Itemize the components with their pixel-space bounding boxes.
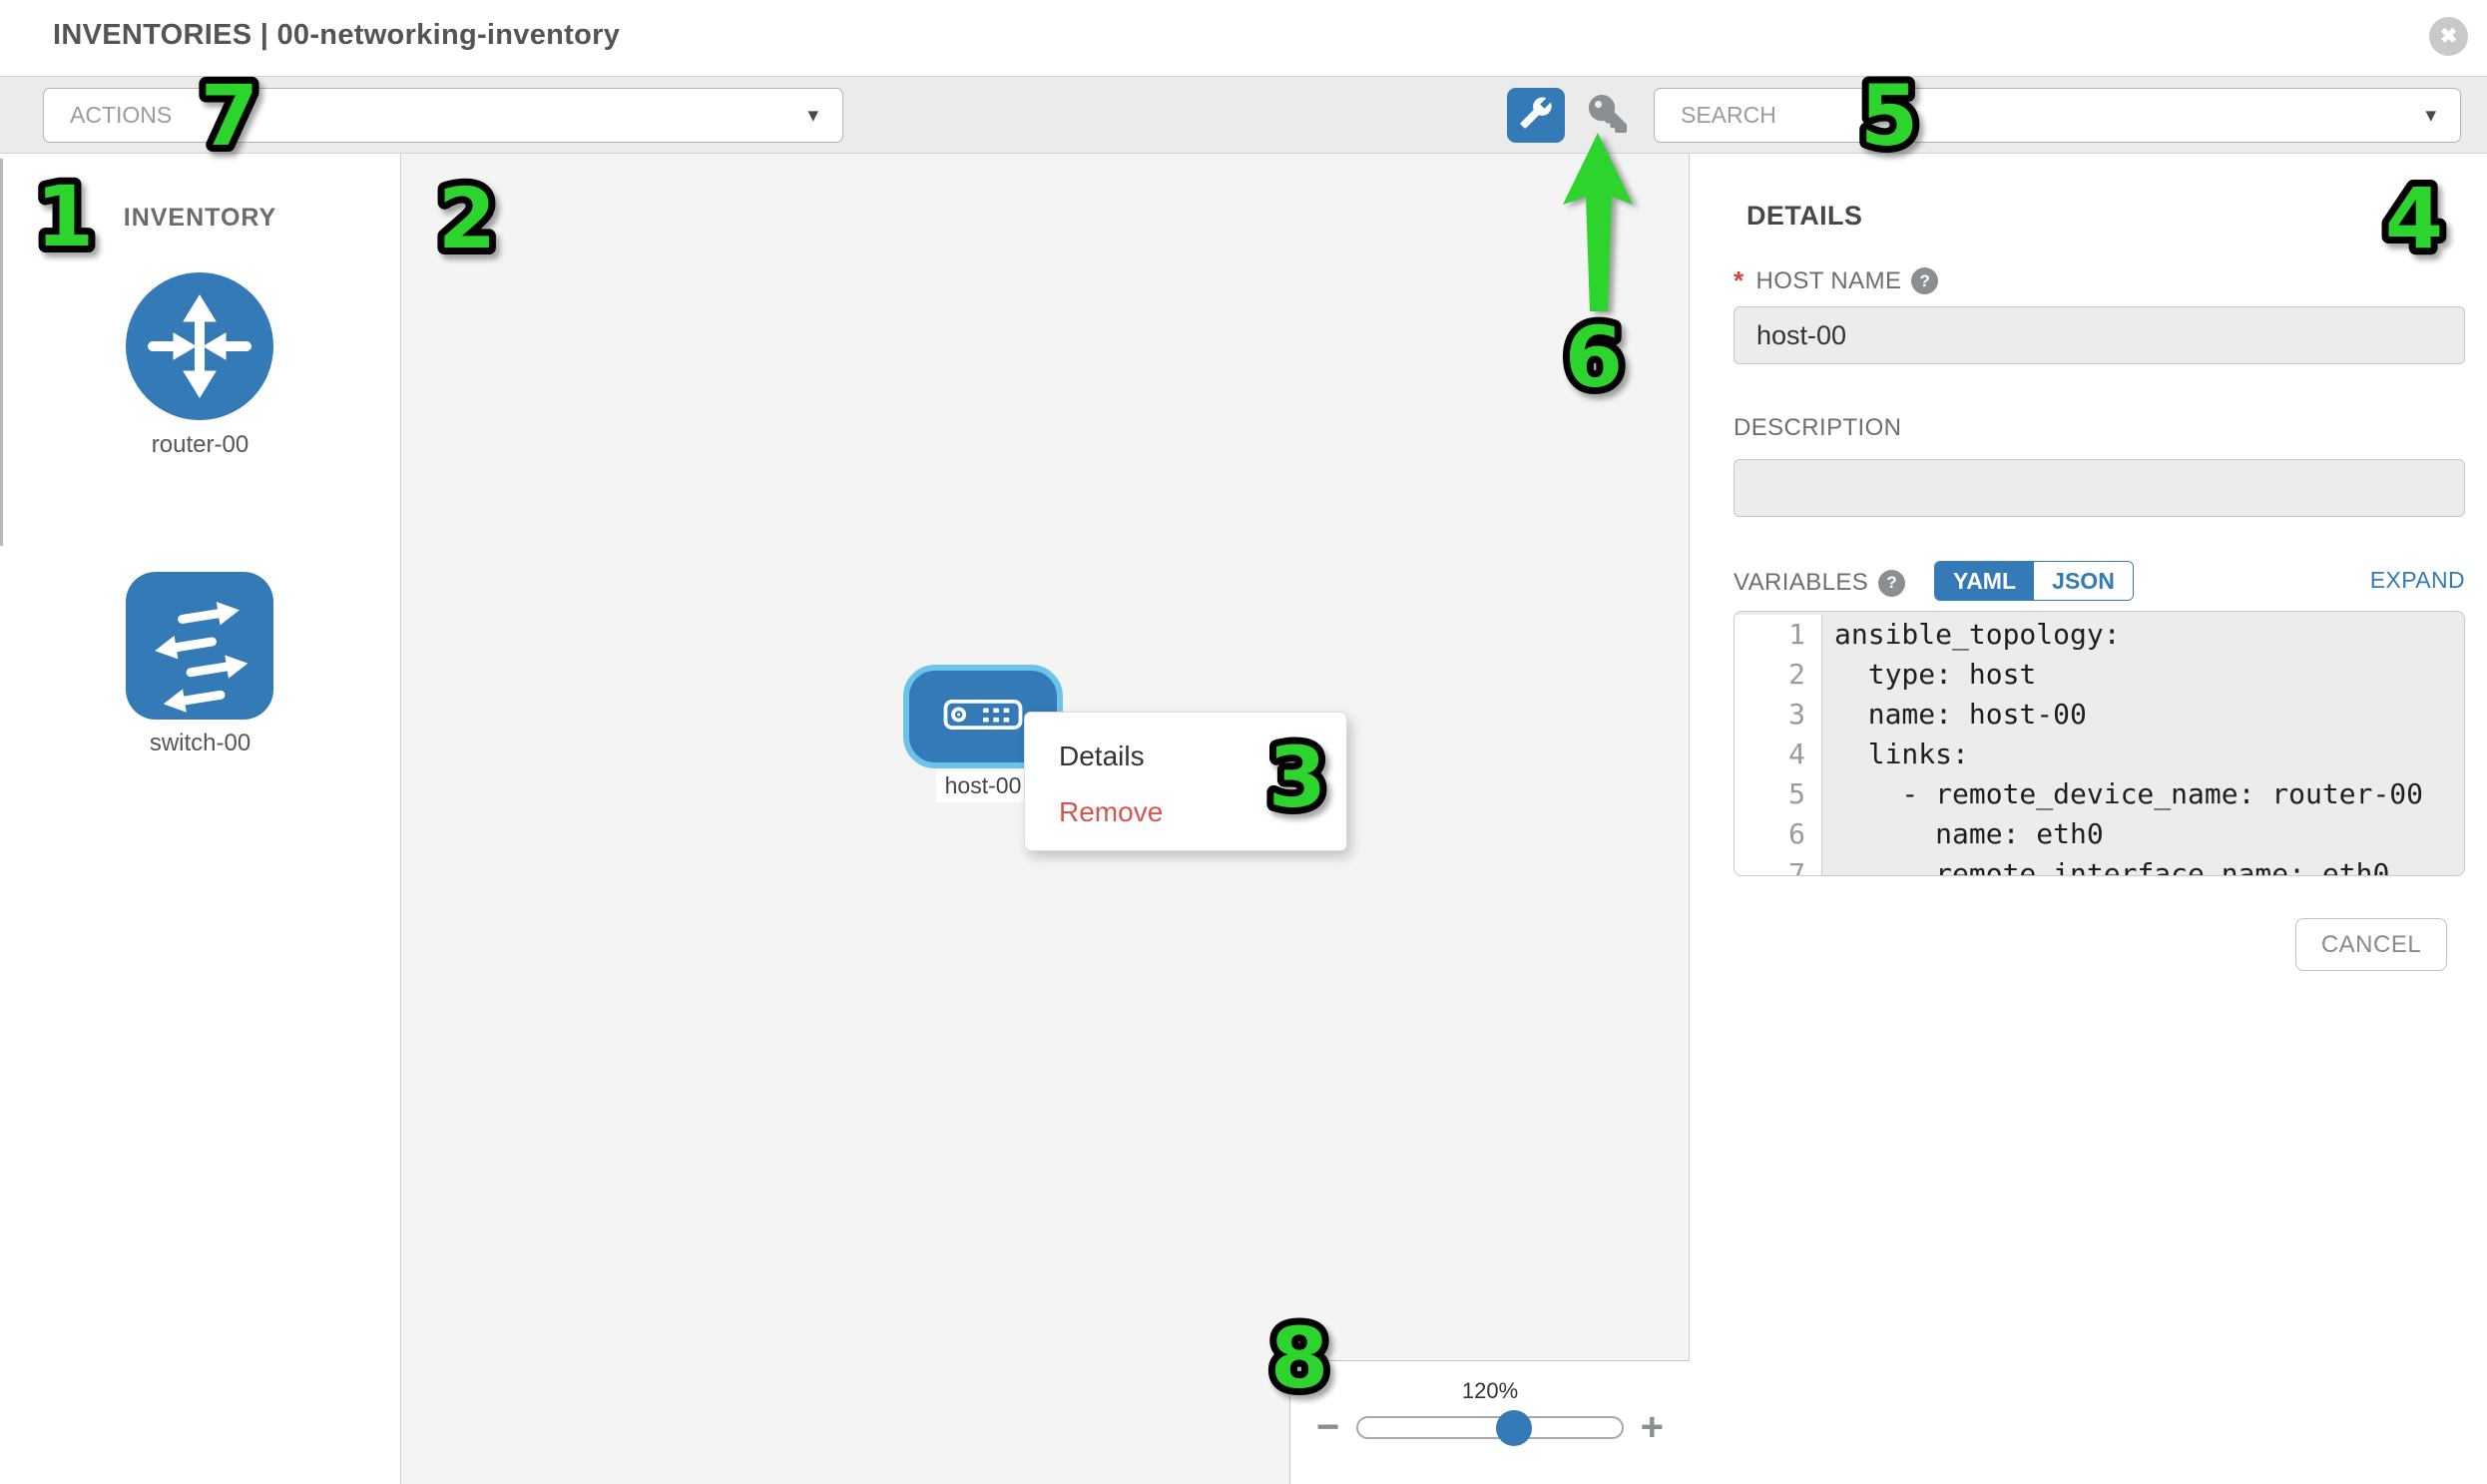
line-text: remote_interface_name: eth0 [1822,854,2464,876]
tools-button[interactable] [1507,88,1565,143]
code-line: 4 links: [1735,735,2464,774]
line-number: 3 [1735,695,1822,735]
code-line: 3 name: host-00 [1735,695,2464,735]
cancel-button[interactable]: CANCEL [2295,918,2447,971]
variables-label-text: VARIABLES [1734,569,1868,597]
line-number: 6 [1735,814,1822,854]
chevron-down-icon: ▾ [807,103,818,128]
host-name-label-text: HOST NAME [1756,267,1902,295]
palette-item-router[interactable] [125,271,274,421]
palette-item-switch[interactable] [125,571,274,721]
zoom-out-minus-icon[interactable]: − [1316,1412,1339,1442]
line-number: 4 [1735,735,1822,774]
actions-dropdown[interactable]: ACTIONS ▾ [43,88,843,143]
line-text: name: host-00 [1822,695,2464,735]
description-label: DESCRIPTION [1734,414,1901,442]
wrench-icon [1519,96,1553,135]
page-title: INVENTORIES | 00-networking-inventory [53,19,620,52]
help-icon[interactable]: ? [1911,267,1938,294]
line-text: links: [1822,735,2464,774]
code-line: 1 ansible_topology: [1735,615,2464,655]
node-context-menu: Details Remove [1024,712,1347,851]
line-number: 1 [1735,615,1822,655]
code-line: 5 - remote_device_name: router-00 [1735,774,2464,814]
topology-canvas[interactable]: host-00 Details Remove 120% − + [401,154,1690,1484]
line-text: ansible_topology: [1822,615,2464,655]
window-header: INVENTORIES | 00-networking-inventory ✖ [0,0,2487,77]
palette-item-switch-label: switch-00 [0,730,400,757]
search-dropdown[interactable]: SEARCH ▾ [1654,88,2461,143]
host-node-label: host-00 [936,769,1030,802]
chevron-down-icon: ▾ [2425,103,2436,128]
host-name-input[interactable] [1734,306,2465,364]
code-line: 6 name: eth0 [1735,814,2464,854]
zoom-level-value: 120% [1290,1378,1690,1404]
format-option-yaml[interactable]: YAML [1935,562,2034,600]
line-text: name: eth0 [1822,814,2464,854]
zoom-in-plus-icon[interactable]: + [1641,1412,1664,1442]
format-option-json[interactable]: JSON [2034,562,2133,600]
palette-item-router-label: router-00 [0,431,400,459]
zoom-control: 120% − + [1289,1360,1690,1484]
description-label-text: DESCRIPTION [1734,414,1901,442]
line-number: 5 [1735,774,1822,814]
description-input[interactable] [1734,459,2465,517]
router-icon [125,408,274,425]
required-asterisk: * [1734,265,1744,296]
help-icon[interactable]: ? [1878,570,1905,597]
switch-icon [125,708,274,725]
key-button[interactable] [1585,95,1631,137]
key-icon [1586,95,1630,138]
line-text: type: host [1822,655,2464,695]
zoom-slider[interactable] [1356,1416,1624,1439]
toolbar: ACTIONS ▾ SEARCH ▾ [0,76,2487,154]
details-panel: DETAILS * HOST NAME ? DESCRIPTION VARIAB… [1691,154,2487,1484]
line-text: - remote_device_name: router-00 [1822,774,2464,814]
menu-item-details[interactable]: Details [1025,729,1346,784]
expand-link[interactable]: EXPAND [2370,567,2465,594]
sidebar-title: INVENTORY [0,204,400,233]
line-number: 7 [1735,854,1822,876]
details-title: DETAILS [1746,201,1862,232]
close-icon[interactable]: ✖ [2429,17,2468,56]
variables-code-editor[interactable]: 1 ansible_topology: 2 type: host 3 name:… [1734,611,2465,876]
inventory-sidebar: INVENTORY router-00 [0,154,401,1484]
host-icon [943,700,1023,735]
variables-format-toggle: YAML JSON [1934,561,2134,601]
actions-dropdown-label: ACTIONS [70,102,172,129]
code-line: 7 remote_interface_name: eth0 [1735,854,2464,876]
variables-label: VARIABLES ? [1734,569,1905,597]
zoom-slider-thumb[interactable] [1496,1410,1532,1446]
search-dropdown-label: SEARCH [1681,102,1776,129]
host-name-label: * HOST NAME ? [1734,265,1938,296]
line-number: 2 [1735,655,1822,695]
code-line: 2 type: host [1735,655,2464,695]
menu-item-remove[interactable]: Remove [1025,784,1346,840]
